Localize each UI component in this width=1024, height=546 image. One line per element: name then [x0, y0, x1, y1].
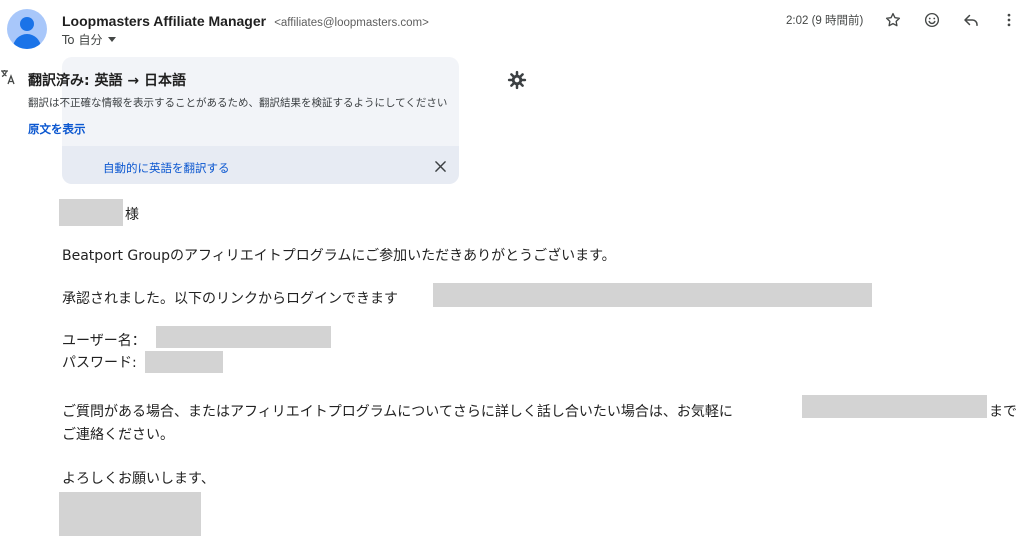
translate-icon: [0, 69, 16, 85]
username-label: ユーザー名：: [62, 333, 146, 349]
password-label: パスワード:: [62, 355, 137, 371]
sender-line: Loopmasters Affiliate Manager <affiliate…: [62, 11, 429, 30]
recipient-label: To 自分: [62, 33, 103, 47]
body-line-approved: 承認されました。以下のリンクからログインできます: [62, 291, 398, 307]
star-icon[interactable]: [883, 10, 903, 30]
redacted-username: [156, 326, 331, 348]
redacted-login-link[interactable]: [433, 283, 872, 307]
auto-translate-link[interactable]: 自動的に英語を翻訳する: [103, 160, 230, 176]
message-time: 2:02 (9 時間前): [786, 15, 864, 27]
more-vert-icon[interactable]: [999, 10, 1019, 30]
caret-down-icon: [108, 37, 117, 42]
greeting-suffix: 様: [125, 207, 139, 223]
redacted-password: [145, 351, 223, 373]
close-icon[interactable]: [431, 157, 449, 175]
sender-name[interactable]: Loopmasters Affiliate Manager: [62, 13, 266, 29]
show-original-link[interactable]: 原文を表示: [28, 121, 86, 137]
sender-avatar[interactable]: [7, 9, 47, 49]
redacted-contact-email[interactable]: [802, 395, 987, 418]
avatar-head-shape: [20, 17, 34, 31]
sender-email: <affiliates@loopmasters.com>: [274, 17, 429, 29]
body-line-thanks: Beatport Groupのアフィリエイトプログラムにご参加いただきありがとう…: [62, 248, 616, 264]
avatar-body-shape: [13, 34, 41, 49]
body-line-questions-suffix: まで: [989, 404, 1017, 420]
body-line-contact: ご連絡ください。: [62, 427, 174, 443]
reply-icon[interactable]: [961, 10, 981, 30]
recipient-details-toggle[interactable]: To 自分: [62, 31, 117, 48]
translation-note: 翻訳は不正確な情報を表示することがあるため、翻訳結果を検証するようにしてください: [28, 97, 448, 109]
email-view: Loopmasters Affiliate Manager <affiliate…: [0, 0, 1024, 546]
emoji-icon[interactable]: [922, 10, 942, 30]
body-line-questions: ご質問がある場合、またはアフィリエイトプログラムについてさらに詳しく話し合いたい…: [62, 404, 733, 420]
translation-title: 翻訳済み: 英語 → 日本語: [28, 73, 186, 89]
gear-icon[interactable]: [507, 70, 527, 90]
closing-line: よろしくお願いします、: [62, 471, 215, 487]
redacted-signature: [59, 492, 201, 536]
redacted-recipient-name: [59, 199, 123, 226]
